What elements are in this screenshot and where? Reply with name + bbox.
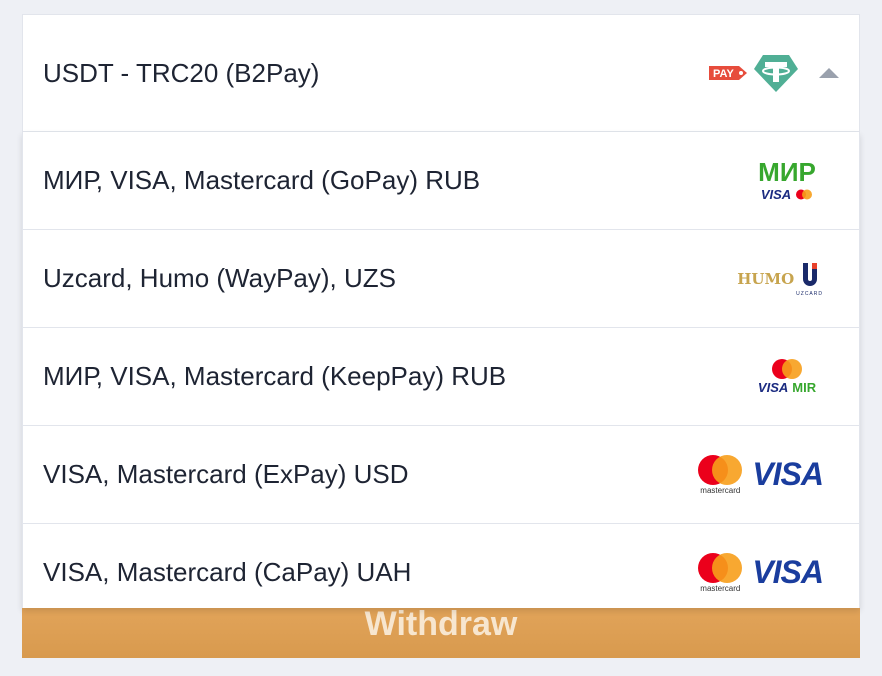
visa-text: VISA bbox=[760, 187, 792, 202]
selected-method-label: USDT - TRC20 (B2Pay) bbox=[43, 57, 320, 88]
option-label: VISA, Mastercard (CaPay) UAH bbox=[43, 557, 412, 587]
uzcard-text: UZCARD bbox=[796, 290, 823, 297]
mastercard-visa-logo: mastercard VISA bbox=[696, 454, 824, 495]
option-keeppay-rub[interactable]: МИР, VISA, Mastercard (KeepPay) RUB VISA… bbox=[23, 328, 859, 426]
option-capay-uah[interactable]: VISA, Mastercard (CaPay) UAH mastercard … bbox=[23, 524, 859, 608]
visa-text: VISA bbox=[757, 380, 789, 395]
pay-badge-text: PAY bbox=[713, 68, 734, 80]
payment-method-select[interactable]: USDT - TRC20 (B2Pay) PAY bbox=[22, 14, 860, 132]
mastercard-visa-logo: mastercard VISA bbox=[696, 552, 824, 593]
option-label: МИР, VISA, Mastercard (KeepPay) RUB bbox=[43, 361, 507, 391]
mastercard-icon bbox=[796, 189, 813, 200]
mir-logo-text: МИР bbox=[758, 159, 816, 185]
mastercard-icon bbox=[772, 359, 802, 379]
option-label: Uzcard, Humo (WayPay), UZS bbox=[43, 263, 396, 293]
payment-method-dropdown: МИР, VISA, Mastercard (GoPay) RUB МИР VI… bbox=[22, 132, 860, 608]
pay-badge-icon: PAY bbox=[709, 66, 747, 80]
humo-text: HUMO bbox=[737, 269, 795, 288]
uzcard-icon bbox=[802, 262, 817, 286]
humo-uzcard-logo: HUMO UZCARD bbox=[733, 261, 823, 297]
tether-icon bbox=[754, 55, 798, 92]
mir-text: MIR bbox=[792, 380, 817, 395]
option-waypay-uzs[interactable]: Uzcard, Humo (WayPay), UZS HUMO UZCARD bbox=[23, 230, 859, 328]
option-label: МИР, VISA, Mastercard (GoPay) RUB bbox=[43, 165, 481, 195]
withdraw-button-label: Withdraw bbox=[364, 604, 518, 643]
option-gopay-rub[interactable]: МИР, VISA, Mastercard (GoPay) RUB МИР VI… bbox=[23, 132, 859, 230]
mastercard-text: mastercard bbox=[700, 486, 741, 495]
mastercard-icon bbox=[698, 553, 743, 583]
mir-text: МИР bbox=[758, 157, 816, 187]
withdraw-button[interactable]: Withdraw bbox=[22, 604, 860, 658]
mastercard-text: mastercard bbox=[700, 584, 741, 593]
option-label: VISA, Mastercard (ExPay) USD bbox=[43, 459, 409, 489]
caret-up-icon[interactable] bbox=[819, 68, 839, 78]
mastercard-visa-mir-logo: VISA MIR bbox=[751, 358, 823, 395]
option-expay-usd[interactable]: VISA, Mastercard (ExPay) USD mastercard … bbox=[23, 426, 859, 524]
mastercard-icon bbox=[698, 455, 743, 485]
visa-text: VISA bbox=[752, 554, 824, 590]
mir-visa-mastercard-logo: МИР VISA bbox=[751, 159, 823, 202]
visa-text: VISA bbox=[752, 456, 824, 492]
